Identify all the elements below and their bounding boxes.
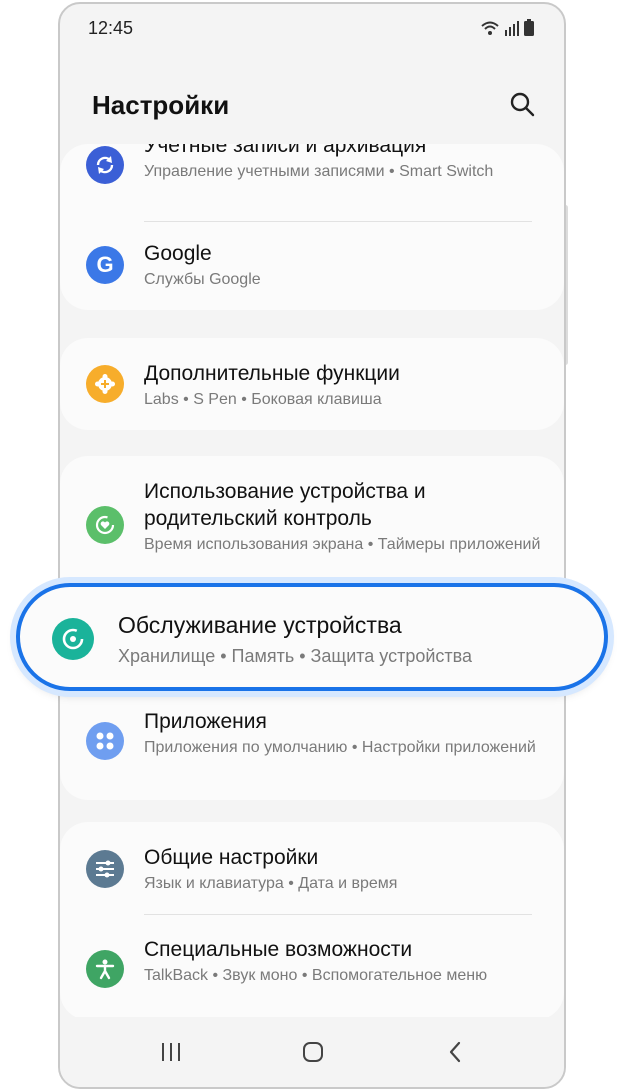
item-label: Google — [144, 242, 212, 265]
item-label: Обслуживание устройства — [118, 612, 402, 638]
navigation-bar — [60, 1017, 564, 1087]
signal-icon — [505, 21, 519, 36]
item-label: Специальные возможности — [144, 938, 413, 961]
settings-item-device-care[interactable]: Обслуживание устройства Хранилище • Памя… — [16, 583, 608, 691]
wifi-icon — [481, 21, 499, 35]
item-label: Общие настройки — [144, 846, 319, 869]
item-sublabel: Язык и клавиатура • Дата и время — [144, 875, 398, 892]
battery-icon — [524, 19, 534, 36]
settings-item-google[interactable]: G Google Службы Google — [60, 234, 564, 304]
sync-icon — [86, 146, 124, 184]
apps-icon — [86, 722, 124, 760]
item-sublabel: Приложения по умолчанию • Настройки прил… — [144, 739, 536, 756]
card-general: Общие настройки Язык и клавиатура • Дата… — [60, 822, 564, 1020]
item-sublabel: Управление учетными записями • Smart Swi… — [144, 163, 494, 180]
card-accounts: Учетные записи и архивация Управление уч… — [60, 144, 564, 310]
plus-gear-icon — [86, 365, 124, 403]
wellbeing-icon — [86, 506, 124, 544]
item-sublabel: Хранилище • Память • Защита устройства — [118, 646, 473, 666]
item-sublabel: Службы Google — [144, 271, 261, 288]
settings-item-accessibility[interactable]: Специальные возможности TalkBack • Звук … — [60, 922, 564, 1014]
google-icon: G — [86, 246, 124, 284]
settings-item-wellbeing[interactable]: Использование устройства и родительский … — [60, 456, 564, 586]
item-sublabel: Labs • S Pen • Боковая клавиша — [144, 391, 382, 408]
settings-item-general[interactable]: Общие настройки Язык и клавиатура • Дата… — [60, 822, 564, 910]
search-icon[interactable] — [508, 90, 536, 118]
back-icon[interactable] — [440, 1037, 470, 1067]
sliders-icon — [86, 850, 124, 888]
status-icons — [480, 19, 534, 36]
divider — [144, 221, 532, 222]
item-sublabel: TalkBack • Звук моно • Вспомогательное м… — [144, 967, 488, 984]
recent-apps-icon[interactable] — [156, 1037, 186, 1067]
item-label: Приложения — [144, 710, 267, 733]
card-advanced: Дополнительные функции Labs • S Pen • Бо… — [60, 338, 564, 430]
item-label: Дополнительные функции — [144, 362, 400, 385]
settings-item-advanced[interactable]: Дополнительные функции Labs • S Pen • Бо… — [60, 338, 564, 430]
item-sublabel: Время использования экрана • Таймеры при… — [144, 536, 541, 553]
settings-item-apps[interactable]: Приложения Приложения по умолчанию • Нас… — [60, 706, 564, 786]
device-care-icon — [52, 618, 94, 660]
accessibility-icon — [86, 950, 124, 988]
status-time: 12:45 — [88, 18, 134, 38]
home-icon[interactable] — [298, 1037, 328, 1067]
item-label: Использование устройства и родительский … — [144, 480, 426, 530]
phone-frame: 12:45 Настройки Учетные записи и архивац… — [58, 2, 566, 1089]
page-title: Настройки — [92, 90, 230, 120]
divider — [144, 914, 532, 915]
settings-item-accounts[interactable]: Учетные записи и архивация Управление уч… — [60, 144, 564, 218]
item-label: Учетные записи и архивация — [144, 144, 427, 157]
